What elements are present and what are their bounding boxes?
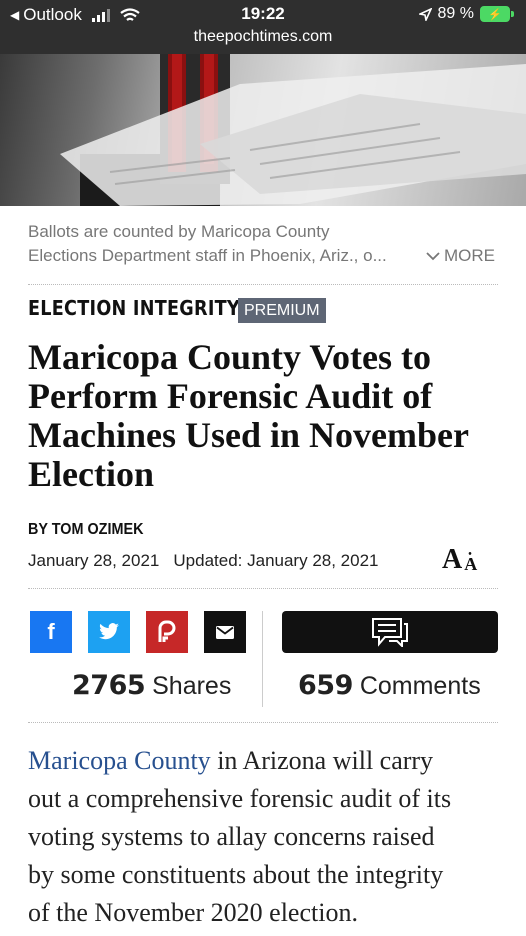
body-line: out a comprehensive forensic audit of it… <box>28 784 452 813</box>
chevron-down-icon[interactable] <box>426 251 440 261</box>
battery-charging-icon: ⚡ <box>480 6 514 22</box>
caption-line: Elections Department staff in Phoenix, A… <box>28 246 387 265</box>
image-caption: Ballots are counted by Maricopa County E… <box>28 220 428 268</box>
headline-line: Perform Forensic Audit of <box>28 376 433 416</box>
comment-count[interactable]: 659 Comments <box>298 670 481 701</box>
email-icon[interactable] <box>216 625 234 639</box>
article-dates: January 28, 2021 Updated: January 28, 202… <box>28 551 379 571</box>
body-line-rest: in Arizona will carry <box>210 746 434 775</box>
more-label[interactable]: MORE <box>444 246 495 266</box>
battery-percent: 89 % <box>437 5 474 22</box>
body-line: by some constituents about the integrity <box>28 860 444 889</box>
share-count: 2765 Shares <box>72 670 231 701</box>
parler-icon[interactable] <box>157 620 177 644</box>
body-line: voting systems to allay concerns raised <box>28 822 435 851</box>
font-size-button[interactable]: A A <box>442 545 477 574</box>
headline-line: Maricopa County Votes to <box>28 337 431 377</box>
body-line: of the November 2020 election. <box>28 898 358 927</box>
section-label[interactable]: ELECTION INTEGRITY <box>28 296 240 320</box>
parler-share-button[interactable] <box>146 611 188 653</box>
url-bar[interactable]: theepochtimes.com <box>0 28 526 46</box>
premium-badge: PREMIUM <box>238 298 326 323</box>
twitter-share-button[interactable] <box>88 611 130 653</box>
article-body: Maricopa County in Arizona will carry ou… <box>28 742 508 932</box>
article-headline: Maricopa County Votes to Perform Forensi… <box>28 338 508 494</box>
updated-date: Updated: January 28, 2021 <box>173 551 379 570</box>
share-divider <box>262 611 263 707</box>
location-arrow-icon <box>418 7 432 21</box>
comments-button[interactable] <box>282 611 498 653</box>
email-share-button[interactable] <box>204 611 246 653</box>
font-size-large-label[interactable]: A <box>442 546 462 574</box>
publish-date: January 28, 2021 <box>28 551 160 570</box>
comment-count-value[interactable]: 659 <box>298 670 353 701</box>
divider <box>28 284 498 285</box>
twitter-icon[interactable] <box>98 623 120 641</box>
comment-count-label[interactable]: Comments <box>360 672 481 700</box>
ballot-photo <box>60 54 526 206</box>
divider <box>28 722 498 723</box>
divider <box>28 588 498 589</box>
author-byline[interactable]: BY TOM OZIMEK <box>28 521 143 539</box>
share-count-value: 2765 <box>72 670 146 701</box>
status-right: 89 % ⚡ <box>418 5 514 23</box>
maricopa-county-link[interactable]: Maricopa County <box>28 746 211 775</box>
caption-line: Ballots are counted by Maricopa County <box>28 222 330 241</box>
facebook-share-button[interactable]: f <box>30 611 72 653</box>
font-size-small-label[interactable]: A <box>464 545 477 574</box>
headline-line: Election <box>28 454 154 494</box>
facebook-icon[interactable]: f <box>47 619 54 645</box>
headline-line: Machines Used in November <box>28 415 469 455</box>
hero-image <box>0 54 526 206</box>
status-bar: ◀ Outlook 19:22 theepochtimes.com 89 % ⚡ <box>0 0 526 54</box>
body-line: Maricopa County in Arizona will carry <box>28 742 508 780</box>
comment-icon[interactable] <box>371 617 409 647</box>
share-count-label: Shares <box>152 672 232 700</box>
caption-more-button[interactable]: MORE <box>426 246 495 266</box>
